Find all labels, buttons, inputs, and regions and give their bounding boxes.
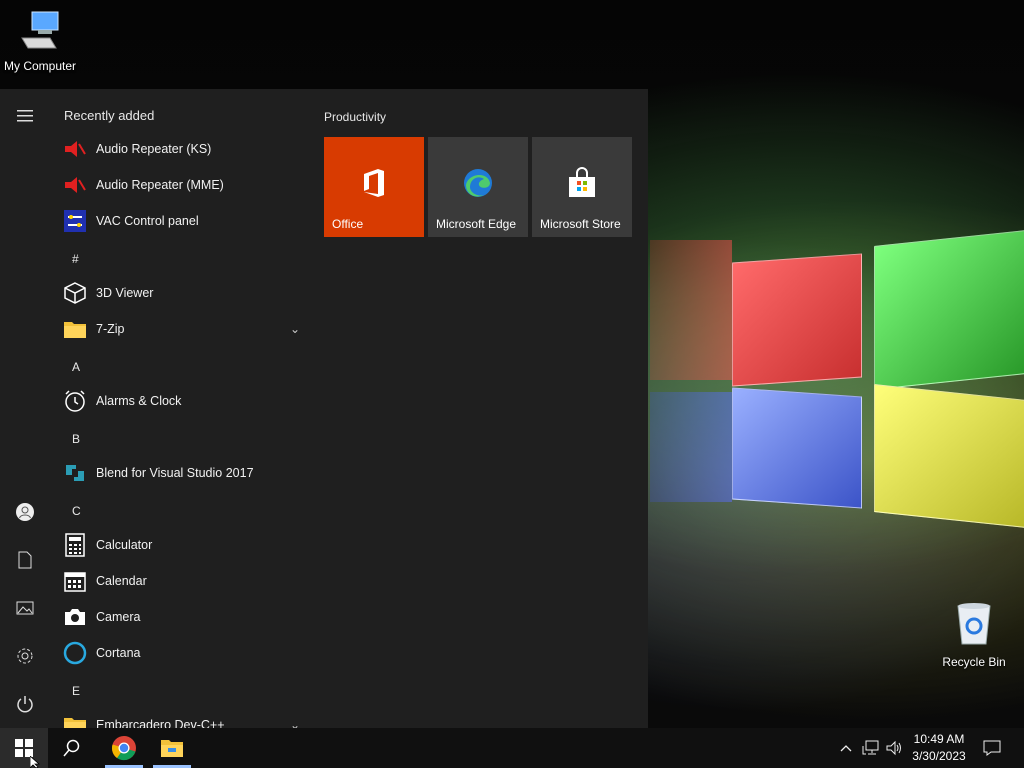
notification-icon (983, 740, 1001, 756)
office-icon (364, 169, 384, 197)
app-item-vac-control-panel[interactable]: VAC Control panel (62, 205, 310, 237)
audio-repeater-icon (62, 172, 88, 198)
calendar-icon (62, 568, 88, 594)
clock[interactable]: 10:49 AM 3/30/2023 (904, 731, 974, 765)
taskbar-file-explorer[interactable] (148, 728, 196, 768)
search-button[interactable] (48, 728, 96, 768)
document-icon (18, 551, 32, 569)
app-item-blend-visual-studio[interactable]: Blend for Visual Studio 2017 (62, 457, 310, 489)
desktop-icon-my-computer[interactable]: My Computer (0, 8, 80, 73)
show-hidden-icons-button[interactable] (836, 728, 856, 768)
cortana-icon (62, 640, 88, 666)
app-item-audio-repeater-ks[interactable]: Audio Repeater (KS) (62, 133, 310, 165)
tiles-area: Productivity Office Microsoft Edge Micro… (312, 89, 648, 728)
tile-label: Office (332, 217, 364, 231)
start-menu: Recently added Audio Repeater (KS) Audio… (0, 89, 648, 728)
vac-control-icon (62, 208, 88, 234)
desktop-icon-label: My Computer (3, 59, 77, 73)
desktop-icon-recycle-bin[interactable]: Recycle Bin (934, 600, 1014, 669)
app-item-label: Calculator (96, 538, 153, 552)
expand-menu-button[interactable] (10, 101, 40, 131)
app-item-label: Camera (96, 610, 141, 624)
power-button[interactable] (10, 689, 40, 719)
tile-label: Microsoft Store (540, 217, 621, 231)
app-item-label: Audio Repeater (KS) (96, 142, 212, 156)
gear-icon (17, 648, 33, 664)
tiles-group-header[interactable]: Productivity (324, 110, 386, 124)
app-item-label: VAC Control panel (96, 214, 199, 228)
clock-time: 10:49 AM (913, 732, 965, 746)
desktop-icon-label: Recycle Bin (942, 655, 1006, 669)
app-item-label: Audio Repeater (MME) (96, 178, 224, 192)
search-icon (63, 739, 80, 757)
audio-repeater-icon (62, 136, 88, 162)
app-item-label: Alarms & Clock (96, 394, 182, 408)
group-letter-a[interactable]: A (72, 360, 80, 374)
app-item-camera[interactable]: Camera (62, 601, 310, 633)
power-icon (17, 696, 33, 713)
volume-button[interactable] (884, 728, 904, 768)
edge-icon (464, 169, 492, 197)
windows-logo-icon (15, 739, 33, 757)
network-icon (862, 740, 879, 755)
chevron-up-icon (840, 745, 852, 752)
folder-icon (62, 712, 88, 728)
chrome-icon (111, 736, 136, 761)
app-item-3d-viewer[interactable]: 3D Viewer (62, 277, 310, 309)
tile-microsoft-store[interactable]: Microsoft Store (532, 137, 632, 237)
store-icon (569, 167, 595, 197)
computer-icon (21, 11, 59, 49)
chevron-down-icon[interactable]: ⌄ (290, 718, 300, 728)
app-item-label: Blend for Visual Studio 2017 (96, 466, 254, 480)
app-item-label: 7-Zip (96, 322, 125, 336)
mouse-cursor-icon (30, 756, 41, 768)
hamburger-icon (17, 110, 33, 122)
user-icon (16, 503, 34, 521)
file-explorer-icon (161, 740, 183, 757)
start-rail (0, 89, 50, 728)
tile-microsoft-edge[interactable]: Microsoft Edge (428, 137, 528, 237)
app-item-label: 3D Viewer (96, 286, 154, 300)
app-item-embarcadero-dev-cpp[interactable]: Embarcadero Dev-C++ ⌄ (62, 709, 310, 728)
tile-office[interactable]: Office (324, 137, 424, 237)
app-item-7-zip[interactable]: 7-Zip ⌄ (62, 313, 310, 345)
group-letter-b[interactable]: B (72, 432, 80, 446)
cube-icon (62, 280, 88, 306)
tile-label: Microsoft Edge (436, 217, 517, 231)
app-item-audio-repeater-mme[interactable]: Audio Repeater (MME) (62, 169, 310, 201)
group-letter-c[interactable]: C (72, 504, 81, 518)
blend-icon (62, 460, 88, 486)
network-button[interactable] (860, 728, 882, 768)
action-center-button[interactable] (980, 728, 1004, 768)
app-item-cortana[interactable]: Cortana (62, 637, 310, 669)
folder-icon (62, 316, 88, 342)
taskbar: 10:49 AM 3/30/2023 (0, 728, 1024, 768)
calculator-icon (62, 532, 88, 558)
app-item-calculator[interactable]: Calculator (62, 529, 310, 561)
picture-icon (16, 601, 34, 615)
chevron-down-icon[interactable]: ⌄ (290, 322, 300, 336)
recently-added-header: Recently added (64, 108, 155, 123)
camera-icon (62, 604, 88, 630)
clock-date: 3/30/2023 (912, 749, 966, 763)
group-letter-hash[interactable]: # (72, 252, 79, 266)
user-account-button[interactable] (10, 497, 40, 527)
group-letter-e[interactable]: E (72, 684, 80, 698)
speaker-icon (886, 740, 901, 756)
clock-icon (62, 388, 88, 414)
taskbar-chrome[interactable] (100, 728, 148, 768)
recycle-bin-icon (957, 603, 991, 645)
pictures-button[interactable] (10, 593, 40, 623)
app-item-label: Cortana (96, 646, 141, 660)
app-item-label: Embarcadero Dev-C++ (96, 718, 225, 728)
settings-button[interactable] (10, 641, 40, 671)
app-item-label: Calendar (96, 574, 147, 588)
app-item-calendar[interactable]: Calendar (62, 565, 310, 597)
app-list[interactable]: Recently added Audio Repeater (KS) Audio… (50, 89, 312, 728)
documents-button[interactable] (10, 545, 40, 575)
app-item-alarms-clock[interactable]: Alarms & Clock (62, 385, 310, 417)
